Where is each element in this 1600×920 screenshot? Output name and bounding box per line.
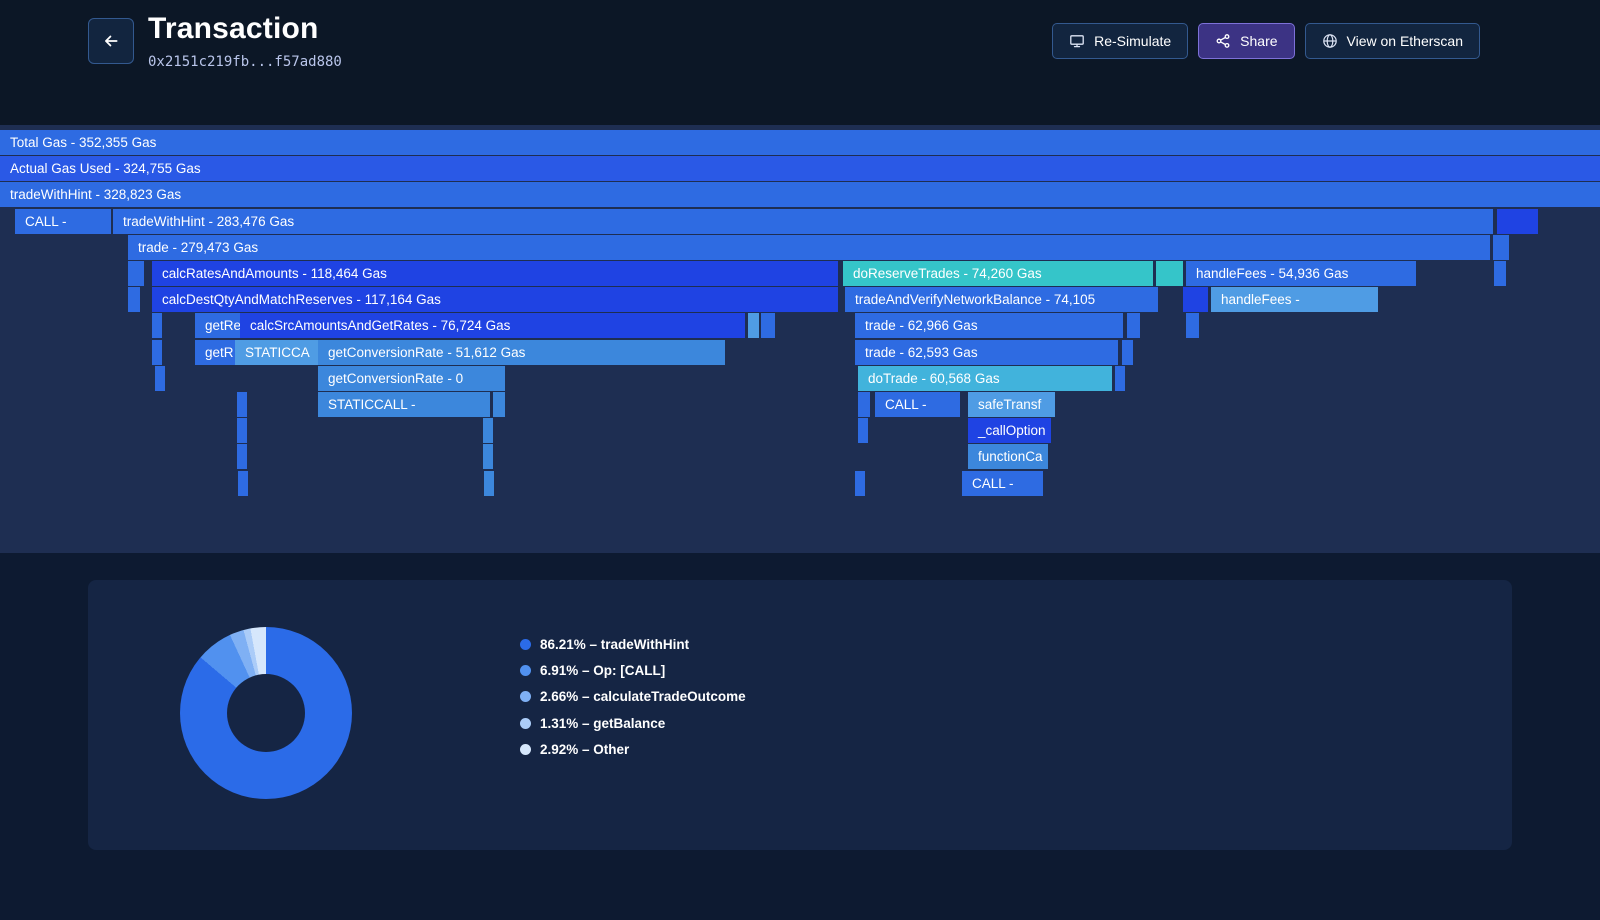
flame-bar[interactable]: STATICCALL - bbox=[318, 392, 490, 417]
flame-bar-fragment[interactable] bbox=[128, 261, 144, 286]
flame-bar[interactable]: doReserveTrades - 74,260 Gas bbox=[843, 261, 1153, 286]
legend-label: 2.92% – Other bbox=[540, 742, 630, 758]
gas-profiler-flamegraph: Total Gas - 352,355 Gas Actual Gas Used -… bbox=[0, 125, 1600, 553]
flame-bar-fragment[interactable] bbox=[237, 418, 247, 444]
flame-bar[interactable]: handleFees - 54,936 Gas bbox=[1186, 261, 1416, 286]
flame-bar[interactable]: calcRatesAndAmounts - 118,464 Gas bbox=[152, 261, 838, 286]
legend: 86.21% – tradeWithHint 6.91% – Op: [CALL]… bbox=[520, 631, 746, 763]
flame-bar[interactable]: tradeWithHint - 328,823 Gas bbox=[0, 182, 1600, 208]
flame-bar[interactable]: CALL - bbox=[15, 208, 111, 234]
share-label: Share bbox=[1240, 33, 1278, 49]
flame-bar[interactable]: getConversionRate - 0 bbox=[318, 365, 505, 391]
back-arrow-icon bbox=[105, 35, 118, 47]
flame-bar-fragment[interactable] bbox=[128, 287, 140, 313]
legend-dot bbox=[520, 638, 531, 650]
flame-bar-fragment[interactable] bbox=[1156, 261, 1183, 286]
legend-dot bbox=[520, 665, 531, 677]
legend-label: 86.21% – tradeWithHint bbox=[540, 636, 690, 652]
legend-item: 86.21% – tradeWithHint bbox=[520, 631, 746, 657]
flame-bar[interactable]: getR bbox=[195, 339, 235, 365]
flame-bar[interactable]: Actual Gas Used - 324,755 Gas bbox=[0, 156, 1600, 182]
share-button[interactable]: Share bbox=[1198, 23, 1295, 59]
legend-item: 2.92% – Other bbox=[520, 737, 746, 763]
flame-bar[interactable]: trade - 279,473 Gas bbox=[128, 234, 1490, 260]
flame-bar-fragment[interactable] bbox=[855, 470, 865, 496]
flame-bar-fragment[interactable] bbox=[483, 418, 493, 444]
flame-bar[interactable]: getConversionRate - 51,612 Gas bbox=[318, 339, 725, 365]
title-block: Transaction 0x2151c219fb...f57ad880 bbox=[148, 12, 342, 70]
flame-bar-fragment[interactable] bbox=[1493, 234, 1509, 260]
breakdown-section: 86.21% – tradeWithHint 6.91% – Op: [CALL]… bbox=[0, 580, 1600, 920]
flame-bar[interactable]: doTrade - 60,568 Gas bbox=[858, 365, 1112, 391]
page-title: Transaction bbox=[148, 12, 319, 45]
etherscan-label: View on Etherscan bbox=[1346, 33, 1463, 49]
back-button[interactable] bbox=[88, 18, 134, 64]
flame-bar[interactable]: trade - 62,593 Gas bbox=[855, 339, 1118, 365]
globe-icon bbox=[1322, 34, 1337, 48]
etherscan-button[interactable]: View on Etherscan bbox=[1304, 23, 1480, 59]
flame-bar[interactable]: _callOption bbox=[968, 418, 1051, 444]
flame-bar[interactable]: handleFees - bbox=[1211, 287, 1378, 313]
resimulate-label: Re-Simulate bbox=[1094, 33, 1172, 49]
flame-bar-fragment[interactable] bbox=[238, 470, 248, 496]
flame-bar-fragment[interactable] bbox=[1115, 365, 1125, 391]
flame-bar-fragment[interactable] bbox=[237, 444, 247, 470]
flame-bar[interactable]: functionCa bbox=[968, 444, 1048, 470]
resimulate-button[interactable]: Re-Simulate bbox=[1052, 23, 1189, 59]
flame-bar[interactable]: trade - 62,966 Gas bbox=[855, 313, 1123, 339]
legend-label: 6.91% – Op: [CALL] bbox=[540, 663, 666, 679]
legend-item: 1.31% – getBalance bbox=[520, 710, 746, 736]
flame-bar[interactable]: Total Gas - 352,355 Gas bbox=[0, 130, 1600, 155]
flame-bar[interactable]: STATICCA bbox=[235, 339, 318, 365]
header: Transaction 0x2151c219fb...f57ad880 Re-S… bbox=[0, 0, 1600, 125]
flame-bar-fragment[interactable] bbox=[858, 418, 868, 444]
flame-bar-fragment[interactable] bbox=[484, 470, 494, 496]
flame-bar-fragment[interactable] bbox=[155, 365, 165, 391]
flame-bar-fragment[interactable] bbox=[1494, 261, 1506, 286]
flame-bar[interactable]: calcSrcAmountsAndGetRates - 76,724 Gas bbox=[240, 313, 745, 339]
donut-chart bbox=[180, 627, 352, 799]
flame-bar[interactable]: tradeWithHint - 283,476 Gas bbox=[113, 208, 1493, 234]
donut-hole bbox=[227, 674, 305, 752]
transaction-page: Transaction 0x2151c219fb...f57ad880 Re-S… bbox=[0, 0, 1600, 920]
flame-bar-fragment[interactable] bbox=[1183, 287, 1208, 313]
flame-bar-fragment[interactable] bbox=[1497, 208, 1538, 234]
legend-label: 2.66% – calculateTradeOutcome bbox=[540, 689, 746, 705]
flame-bar[interactable]: tradeAndVerifyNetworkBalance - 74,105 bbox=[845, 287, 1158, 313]
flame-bar-fragment[interactable] bbox=[483, 444, 493, 470]
header-actions: Re-Simulate Share View on Etherscan bbox=[1052, 23, 1480, 59]
flame-bar-fragment[interactable] bbox=[1186, 313, 1199, 339]
flame-bar-fragment[interactable] bbox=[748, 313, 759, 339]
flame-bar-fragment[interactable] bbox=[1122, 339, 1133, 365]
flame-bar-fragment[interactable] bbox=[858, 392, 870, 417]
flame-bar[interactable]: CALL - bbox=[875, 392, 960, 417]
legend-dot bbox=[520, 691, 531, 703]
flame-bar-fragment[interactable] bbox=[493, 392, 505, 417]
transaction-hash: 0x2151c219fb...f57ad880 bbox=[148, 54, 342, 70]
flame-bar-fragment[interactable] bbox=[1127, 313, 1140, 339]
flame-bar[interactable]: getRe bbox=[195, 313, 240, 339]
legend-item: 6.91% – Op: [CALL] bbox=[520, 657, 746, 683]
flame-bar-fragment[interactable] bbox=[761, 313, 775, 339]
legend-dot bbox=[520, 744, 531, 756]
flame-bar-fragment[interactable] bbox=[152, 313, 162, 339]
flame-bar-fragment[interactable] bbox=[152, 339, 162, 365]
flame-bar[interactable]: calcDestQtyAndMatchReserves - 117,164 Ga… bbox=[152, 287, 838, 313]
legend-item: 2.66% – calculateTradeOutcome bbox=[520, 684, 746, 710]
legend-label: 1.31% – getBalance bbox=[540, 715, 666, 731]
gas-breakdown-panel: 86.21% – tradeWithHint 6.91% – Op: [CALL]… bbox=[88, 580, 1512, 850]
legend-dot bbox=[520, 717, 531, 729]
flame-bar[interactable]: safeTransf bbox=[968, 392, 1055, 417]
monitor-icon bbox=[1070, 35, 1084, 48]
share-icon bbox=[1216, 34, 1230, 48]
flame-bar[interactable]: CALL - bbox=[962, 470, 1043, 496]
flame-bar-fragment[interactable] bbox=[237, 392, 247, 417]
